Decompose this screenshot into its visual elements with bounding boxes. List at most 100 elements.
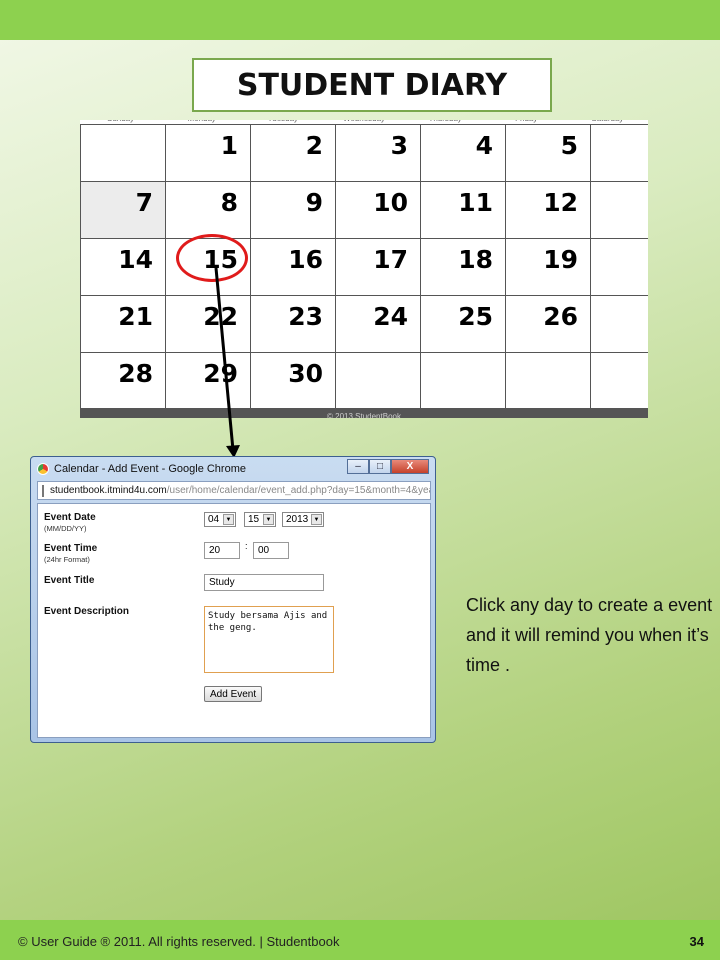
hour-input[interactable]: 20: [204, 542, 240, 559]
calendar-day-cell[interactable]: 6: [591, 125, 648, 182]
calendar-day-cell[interactable]: 3: [336, 125, 421, 182]
calendar-day-cell[interactable]: 29: [166, 353, 251, 410]
event-time-label: Event Time (24hr Format): [44, 543, 97, 564]
calendar-day-cell[interactable]: 18: [421, 239, 506, 296]
year-select[interactable]: 2013 ▼: [282, 512, 324, 527]
calendar-day-number: 8: [220, 188, 238, 217]
footer-copyright: © User Guide ® 2011. All rights reserved…: [18, 934, 340, 949]
calendar-day-number: 5: [560, 131, 578, 160]
year-value: 2013: [286, 514, 309, 525]
day-value: 15: [248, 514, 260, 525]
calendar-day-number: 9: [305, 188, 323, 217]
calendar-day-cell[interactable]: [421, 353, 506, 410]
calendar-day-cell[interactable]: 22: [166, 296, 251, 353]
calendar-day-cell[interactable]: 11: [421, 182, 506, 239]
highlight-circle: [176, 234, 248, 282]
calendar-day-cell[interactable]: 16: [251, 239, 336, 296]
event-title-label: Event Title: [44, 575, 95, 586]
calendar-day-number: 26: [543, 302, 578, 331]
month-value: 04: [208, 514, 220, 525]
minimize-button[interactable]: –: [347, 459, 369, 474]
url-host: studentbook.itmind4u.com: [50, 485, 167, 496]
event-date-hint: (MM/DD/YY): [44, 524, 87, 533]
event-date-label-text: Event Date: [44, 512, 96, 523]
calendar-day-cell[interactable]: 8: [166, 182, 251, 239]
calendar-day-cell[interactable]: 4: [421, 125, 506, 182]
calendar-day-cell[interactable]: 13: [591, 182, 648, 239]
calendar-grid: 1234567891011121314151617181920212223242…: [80, 124, 648, 410]
event-time-hint: (24hr Format): [44, 555, 90, 564]
add-event-button[interactable]: Add Event: [204, 686, 263, 702]
calendar-day-number: 14: [118, 245, 153, 274]
calendar-day-number: 25: [458, 302, 493, 331]
calendar-day-number: 11: [458, 188, 493, 217]
calendar-day-number: 28: [118, 359, 153, 388]
calendar-day-cell[interactable]: 23: [251, 296, 336, 353]
chrome-icon: [37, 463, 49, 475]
calendar-day-cell[interactable]: 25: [421, 296, 506, 353]
calendar-day-cell[interactable]: 21: [81, 296, 166, 353]
calendar-day-cell[interactable]: 5: [506, 125, 591, 182]
url-path: /user/home/calendar/event_add.php?day=15…: [166, 485, 431, 496]
calendar-day-number: 10: [373, 188, 408, 217]
event-description-textarea[interactable]: Study bersama Ajis and the geng.: [204, 606, 334, 673]
calendar-day-cell[interactable]: 7: [81, 182, 166, 239]
page-number: 34: [689, 934, 704, 949]
close-button[interactable]: X: [391, 459, 429, 474]
add-event-dialog: Calendar - Add Event - Google Chrome – □…: [30, 456, 436, 743]
calendar-day-number: 29: [203, 359, 238, 388]
dialog-title: Calendar - Add Event - Google Chrome: [54, 463, 246, 475]
calendar-day-cell[interactable]: [336, 353, 421, 410]
calendar-day-cell[interactable]: 28: [81, 353, 166, 410]
calendar-day-cell[interactable]: 24: [336, 296, 421, 353]
event-time-label-text: Event Time: [44, 543, 98, 554]
window-controls: – □ X: [347, 459, 429, 474]
calendar-day-cell[interactable]: [591, 353, 648, 410]
calendar-day-number: 17: [373, 245, 408, 274]
event-date-label: Event Date (MM/DD/YY): [44, 512, 96, 533]
calendar-day-number: 19: [543, 245, 578, 274]
calendar-day-number: 18: [458, 245, 493, 274]
day-select[interactable]: 15 ▼: [244, 512, 276, 527]
time-separator: :: [245, 541, 248, 551]
calendar-day-number: 22: [203, 302, 238, 331]
dropdown-arrow-icon: ▼: [311, 514, 322, 525]
dialog-titlebar: Calendar - Add Event - Google Chrome: [37, 461, 337, 477]
maximize-button[interactable]: □: [369, 459, 391, 474]
month-select[interactable]: 04 ▼: [204, 512, 236, 527]
calendar-day-number: 24: [373, 302, 408, 331]
slide-title: STUDENT DIARY: [192, 58, 552, 112]
event-description-label: Event Description: [44, 606, 130, 617]
dropdown-arrow-icon: ▼: [223, 514, 234, 525]
calendar-day-cell[interactable]: 12: [506, 182, 591, 239]
calendar-day-cell[interactable]: 9: [251, 182, 336, 239]
calendar-day-number: 12: [543, 188, 578, 217]
address-bar[interactable]: studentbook.itmind4u.com/user/home/calen…: [37, 481, 431, 500]
calendar-day-number: 2: [305, 131, 323, 160]
calendar-day-cell[interactable]: 10: [336, 182, 421, 239]
event-title-input[interactable]: Study: [204, 574, 324, 591]
calendar-day-cell[interactable]: [81, 125, 166, 182]
calendar-day-number: 3: [390, 131, 408, 160]
calendar-day-number: 21: [118, 302, 153, 331]
calendar-day-cell[interactable]: 1: [166, 125, 251, 182]
calendar-day-number: 16: [288, 245, 323, 274]
top-bar: [0, 0, 720, 40]
calendar-day-number: 7: [135, 188, 153, 217]
calendar-day-number: 4: [475, 131, 493, 160]
calendar-day-cell[interactable]: 2: [251, 125, 336, 182]
calendar-day-cell[interactable]: 30: [251, 353, 336, 410]
dropdown-arrow-icon: ▼: [263, 514, 274, 525]
calendar-day-cell[interactable]: 19: [506, 239, 591, 296]
calendar-day-number: 30: [288, 359, 323, 388]
calendar-day-cell[interactable]: 27: [591, 296, 648, 353]
minute-input[interactable]: 00: [253, 542, 289, 559]
calendar-day-cell[interactable]: 26: [506, 296, 591, 353]
calendar-day-cell[interactable]: 20: [591, 239, 648, 296]
calendar-day-number: 1: [220, 131, 238, 160]
calendar-day-cell[interactable]: 17: [336, 239, 421, 296]
calendar-day-cell[interactable]: [506, 353, 591, 410]
instruction-text: Click any day to create a event and it w…: [466, 595, 713, 675]
calendar-footer: © 2013 StudentBook: [80, 408, 648, 418]
calendar-day-cell[interactable]: 14: [81, 239, 166, 296]
